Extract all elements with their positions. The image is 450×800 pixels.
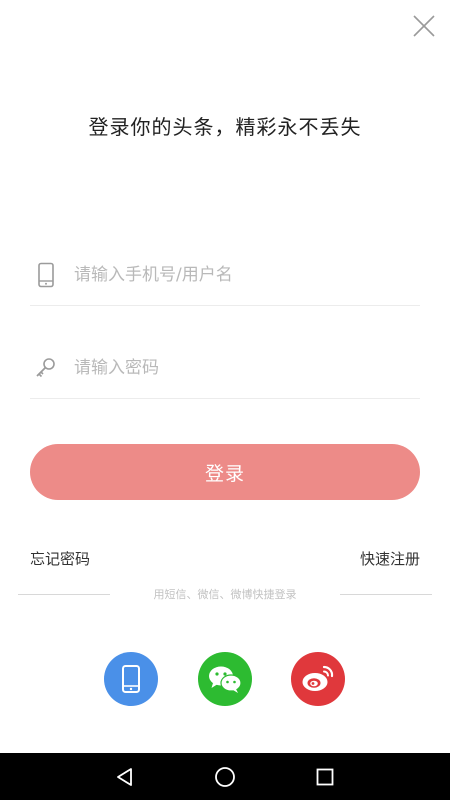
wechat-icon xyxy=(209,666,242,693)
forgot-password-link[interactable]: 忘记密码 xyxy=(30,548,90,569)
nav-home-button[interactable] xyxy=(211,763,239,791)
login-screen: 登录你的头条，精彩永不丢失 登录 忘记密码 快速注册 用短信、微信、微博快捷登录 xyxy=(0,0,450,800)
recent-apps-square-icon xyxy=(316,768,334,786)
android-navigation-bar xyxy=(0,753,450,800)
close-icon xyxy=(413,15,435,37)
password-field-row xyxy=(30,338,420,399)
page-title: 登录你的头条，精彩永不丢失 xyxy=(88,115,362,139)
divider-line-right xyxy=(340,594,432,595)
alt-login-divider: 用短信、微信、微博快捷登录 xyxy=(0,586,450,604)
weibo-icon xyxy=(302,665,334,691)
username-input[interactable] xyxy=(72,264,396,286)
sms-login-button[interactable] xyxy=(104,652,158,706)
login-button[interactable]: 登录 xyxy=(30,444,420,500)
nav-recent-apps-button[interactable] xyxy=(311,763,339,791)
weibo-login-button[interactable] xyxy=(291,652,345,706)
home-circle-icon xyxy=(215,767,235,787)
quick-register-link[interactable]: 快速注册 xyxy=(360,548,420,569)
close-button[interactable] xyxy=(408,10,440,42)
key-icon xyxy=(32,354,60,382)
mobile-phone-icon xyxy=(32,261,60,289)
wechat-login-button[interactable] xyxy=(198,652,252,706)
password-input[interactable] xyxy=(72,357,396,379)
phone-icon xyxy=(122,665,140,693)
nav-back-button[interactable] xyxy=(111,763,139,791)
back-triangle-icon xyxy=(117,768,132,786)
username-field-row xyxy=(30,245,420,306)
